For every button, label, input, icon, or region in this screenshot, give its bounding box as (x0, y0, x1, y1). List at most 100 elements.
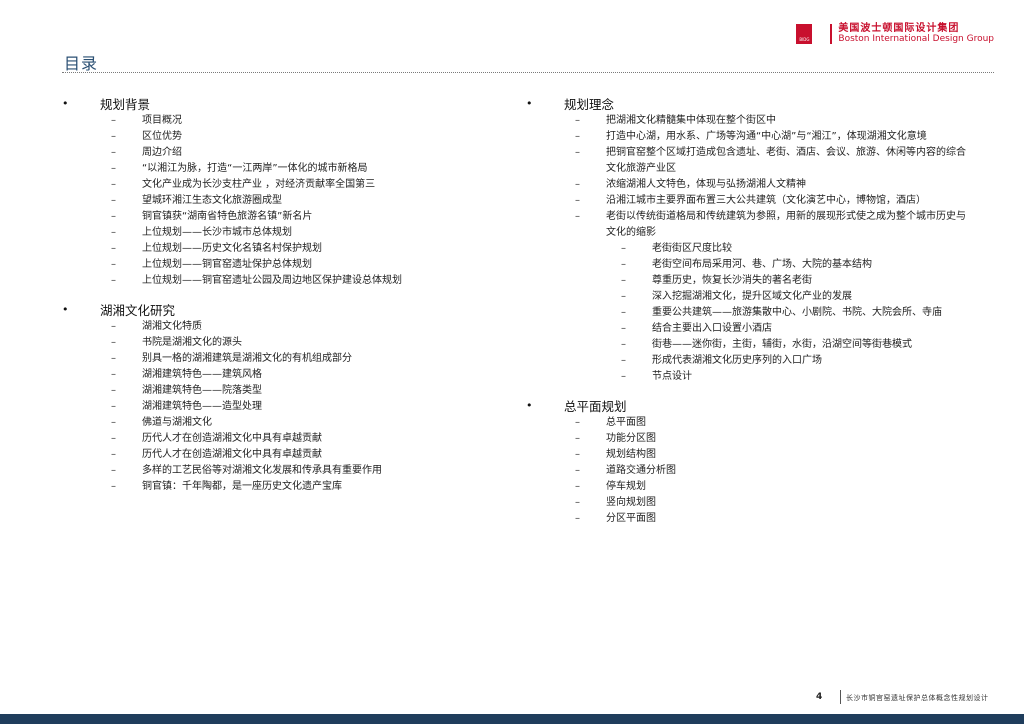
section-title: 湖湘文化研究 (100, 302, 176, 318)
toc-item: – 打造中心湖，用水系、广场等沟通“中心湖”与“湘江”，体现湖湘文化意境 (524, 129, 1014, 145)
toc-item: – 湖湘建筑特色——院落类型 (60, 383, 502, 399)
toc-sub-item-text: 形成代表湖湘文化历史序列的入口广场 (652, 355, 822, 366)
dash-icon: – (111, 115, 116, 126)
toc-item: – 历代人才在创造湖湘文化中具有卓越贡献 (60, 431, 502, 447)
toc-item-text: 湖湘建筑特色——建筑风格 (142, 369, 262, 380)
toc-item-text: 打造中心湖，用水系、广场等沟通“中心湖”与“湘江”，体现湖湘文化意境 (606, 131, 927, 142)
toc-item: – 浓缩湖湘人文特色，体现与弘扬湖湘人文精神 (524, 177, 1014, 193)
dash-icon: – (111, 337, 116, 348)
section-title: 规划理念 (564, 96, 615, 112)
toc-item: – 上位规划——铜官窑遗址公园及周边地区保护建设总体规划 (60, 273, 502, 289)
section-heading: • 总平面规划 (524, 395, 1014, 415)
toc-section: • 规划背景 – 项目概况 – 区位优势 – 周边介绍 – “以湘江为脉，打造“一江两岸”一体化的… (60, 93, 502, 289)
toc-sub-item-text: 深入挖掘湖湘文化，提升区域文化产业的发展 (652, 291, 852, 302)
dash-icon: – (111, 417, 116, 428)
toc-item: – 望城环湘江生态文化旅游圈成型 (60, 193, 502, 209)
toc-item: – 功能分区图 (524, 431, 1014, 447)
toc-item: – 沿湘江城市主要界面布置三大公共建筑（文化演艺中心，博物馆，酒店） (524, 193, 1014, 209)
toc-item: – 上位规划——历史文化名镇名村保护规划 (60, 241, 502, 257)
toc-item-text: 总平面图 (606, 417, 646, 428)
bullet-icon: • (62, 302, 69, 316)
dash-icon: – (111, 147, 116, 158)
toc-item-text: 把湖湘文化精髓集中体现在整个街区中 (606, 115, 776, 126)
toc-item-text: “以湘江为脉，打造“一江两岸”一体化的城市新格局 (142, 163, 368, 174)
dash-icon: – (111, 353, 116, 364)
toc-item-text: 沿湘江城市主要界面布置三大公共建筑（文化演艺中心，博物馆，酒店） (606, 195, 926, 206)
toc-sub-item: – 尊重历史，恢复长沙消失的著名老街 (524, 273, 1014, 289)
dash-icon: – (575, 115, 580, 126)
company-logo: BIDG 美国波士顿国际设计集团 Boston International De… (796, 22, 994, 46)
toc-item: – 铜官镇获“湖南省特色旅游名镇”新名片 (60, 209, 502, 225)
toc-item-text: 区位优势 (142, 131, 182, 142)
logo-chinese-name: 美国波士顿国际设计集团 (838, 23, 960, 34)
toc-sub-item: – 形成代表湖湘文化历史序列的入口广场 (524, 353, 1014, 369)
dash-icon: – (621, 355, 626, 366)
toc-sub-item: – 深入挖掘湖湘文化，提升区域文化产业的发展 (524, 289, 1014, 305)
toc-sub-item: – 街巷——迷你街，主街，辅街，水街，沿湖空间等街巷模式 (524, 337, 1014, 353)
page-number: 4 (816, 692, 823, 702)
toc-item: – 道路交通分析图 (524, 463, 1014, 479)
section-items: – 项目概况 – 区位优势 – 周边介绍 – “以湘江为脉，打造“一江两岸”一体化的城市新格局… (60, 113, 502, 289)
toc-item-text: 功能分区图 (606, 433, 656, 444)
dash-icon: – (621, 243, 626, 254)
toc-sub-item-text: 重要公共建筑——旅游集散中心、小剧院、书院、大院会所、寺庙 (652, 307, 942, 318)
toc-sub-item: – 老街街区尺度比较 (524, 241, 1014, 257)
dash-icon: – (575, 179, 580, 190)
toc-sub-item-text: 尊重历史，恢复长沙消失的著名老街 (652, 275, 812, 286)
bullet-icon: • (526, 96, 533, 110)
toc-item-text: 铜官镇获“湖南省特色旅游名镇”新名片 (142, 211, 313, 222)
section-items: – 湖湘文化特质 – 书院是湖湘文化的源头 – 别具一格的湖湘建筑是湖湘文化的有机组成部分… (60, 319, 502, 495)
toc-item-text: 湖湘建筑特色——院落类型 (142, 385, 262, 396)
toc-item: – 上位规划——长沙市城市总体规划 (60, 225, 502, 241)
dash-icon: – (575, 417, 580, 428)
toc-item-text: 上位规划——铜官窑遗址保护总体规划 (142, 259, 312, 270)
toc-sub-item-text: 结合主要出入口设置小酒店 (652, 323, 772, 334)
toc-section: • 湖湘文化研究 – 湖湘文化特质 – 书院是湖湘文化的源头 – 别具一格的湖湘建筑是湖湘文化… (60, 299, 502, 495)
toc-item-text: 道路交通分析图 (606, 465, 676, 476)
toc-section: • 规划理念 – 把湖湘文化精髓集中体现在整个街区中 – 打造中心湖，用水系、广场等沟通“… (524, 93, 1014, 385)
toc-section: • 总平面规划 – 总平面图 – 功能分区图 – 规划结构图 – 道路交通分析图 – 停车规划 – 竖向规… (524, 395, 1014, 527)
dash-icon: – (575, 147, 580, 158)
dash-icon: – (111, 369, 116, 380)
dash-icon: – (621, 275, 626, 286)
toc-item: – 停车规划 (524, 479, 1014, 495)
toc-item: – 多样的工艺民俗等对湖湘文化发展和传承具有重要作用 (60, 463, 502, 479)
bullet-icon: • (526, 398, 533, 412)
toc-item: – 分区平面图 (524, 511, 1014, 527)
dash-icon: – (111, 211, 116, 222)
dash-icon: – (111, 243, 116, 254)
section-heading: • 湖湘文化研究 (60, 299, 502, 319)
dash-icon: – (575, 449, 580, 460)
toc-item-text: 浓缩湖湘人文特色，体现与弘扬湖湘人文精神 (606, 179, 806, 190)
toc-item-text: 分区平面图 (606, 513, 656, 524)
toc-item: – 湖湘建筑特色——建筑风格 (60, 367, 502, 383)
toc-item-text: 多样的工艺民俗等对湖湘文化发展和传承具有重要作用 (142, 465, 382, 476)
toc-item-text: 上位规划——长沙市城市总体规划 (142, 227, 292, 238)
toc-item: – “以湘江为脉，打造“一江两岸”一体化的城市新格局 (60, 161, 502, 177)
toc-item: – 别具一格的湖湘建筑是湖湘文化的有机组成部分 (60, 351, 502, 367)
toc-sub-item: – 老街空间布局采用河、巷、广场、大院的基本结构 (524, 257, 1014, 273)
toc-item-text: 湖湘文化特质 (142, 321, 202, 332)
dash-icon: – (621, 291, 626, 302)
toc-item: – 把铜官窑整个区域打造成包含遗址、老街、酒店、会议、旅游、休闲等内容的综合文化旅… (524, 145, 1014, 177)
dash-icon: – (575, 513, 580, 524)
logo-mark: BIDG (796, 24, 813, 44)
logo-divider (830, 24, 833, 44)
dash-icon: – (621, 371, 626, 382)
toc-item: – 项目概况 (60, 113, 502, 129)
toc-sub-item: – 重要公共建筑——旅游集散中心、小剧院、书院、大院会所、寺庙 (524, 305, 1014, 321)
sub-items: – 老街街区尺度比较 – 老街空间布局采用河、巷、广场、大院的基本结构 – 尊重历史，恢复… (524, 241, 1014, 385)
toc-item-text: 规划结构图 (606, 449, 656, 460)
toc-item-text: 湖湘建筑特色——造型处理 (142, 401, 262, 412)
dash-icon: – (575, 433, 580, 444)
dash-icon: – (111, 179, 116, 190)
dash-icon: – (111, 227, 116, 238)
toc-item: – 书院是湖湘文化的源头 (60, 335, 502, 351)
dash-icon: – (621, 307, 626, 318)
toc-item: – 湖湘文化特质 (60, 319, 502, 335)
toc-item-text: 项目概况 (142, 115, 182, 126)
toc-item-text: 佛道与湖湘文化 (142, 417, 212, 428)
dash-icon: – (111, 131, 116, 142)
document-title: 长沙市铜官窑遗址保护总体概念性规划设计 (846, 694, 989, 702)
